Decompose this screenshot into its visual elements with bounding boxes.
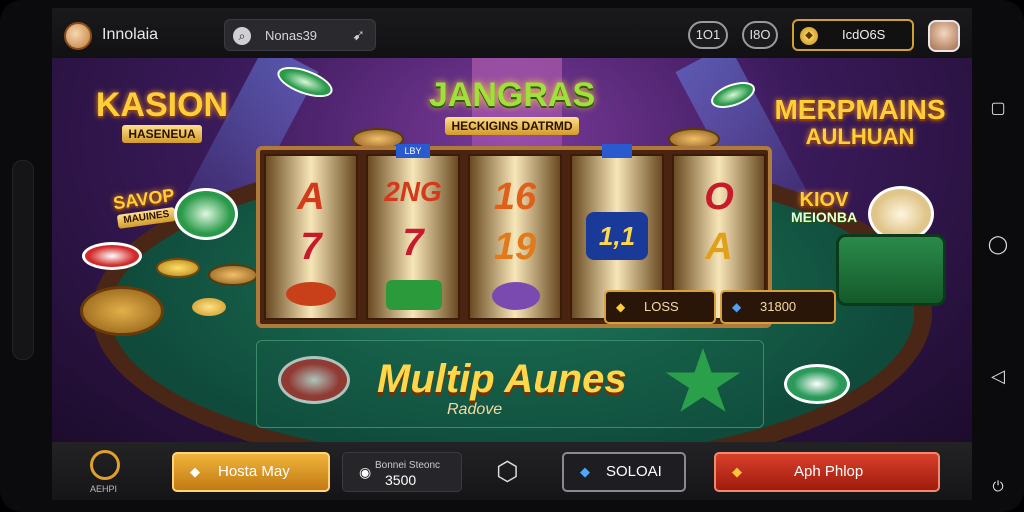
center-banner-title: JANGRAS: [428, 76, 596, 114]
red-chip: [82, 242, 142, 270]
right-banner-subtitle: AULHUAN: [805, 124, 915, 149]
bet-value: 31800: [760, 299, 797, 314]
bonus-info[interactable]: ◉ Bonnei Steonc 3500: [342, 452, 462, 492]
reel-symbol: 2NG: [384, 176, 442, 207]
right-banner-title: MERPMAINS: [774, 94, 946, 125]
reel-symbol: 1,1: [586, 212, 648, 260]
reel-3: 16 19: [468, 154, 562, 320]
reel-symbol: 7: [402, 222, 424, 264]
loss-label: LOSS: [644, 299, 679, 314]
reel-symbol-chest: [286, 282, 336, 306]
small-gold-chip: [192, 298, 226, 316]
bet-display: ◆ 31800: [720, 290, 836, 324]
reel-symbol-cash: [386, 280, 442, 310]
search-bar[interactable]: ⌕ Nonas39 ➹: [224, 19, 376, 51]
counter-pill-2[interactable]: I8O: [742, 21, 778, 49]
bottom-bar: AEHPI ◆ Hosta May ◉ Bonnei Steonc 3500 ⬡…: [52, 442, 972, 500]
home-icon[interactable]: ◯: [986, 234, 1010, 255]
bronze-chip: [208, 264, 258, 286]
app-title: Innolaia: [102, 26, 159, 43]
reel-1: A 7: [264, 154, 358, 320]
apply-button[interactable]: ◆ Aph Phlop: [714, 452, 940, 492]
reel-tag: [602, 144, 632, 158]
avatar[interactable]: [928, 20, 960, 52]
reel-symbol: 19: [493, 226, 537, 268]
reel-2: 2NG 7: [366, 154, 460, 320]
dropdown-arrow-icon[interactable]: ➹: [352, 26, 365, 44]
gem-icon: ◆: [732, 300, 742, 314]
right-badge-title: KIOV: [799, 189, 849, 211]
diamond-icon: ◆: [190, 464, 200, 479]
app-logo-icon[interactable]: [64, 22, 92, 50]
balance-box[interactable]: ◆ IcdO6S: [792, 19, 914, 51]
play-button-label: Hosta May: [218, 463, 290, 480]
bonus-value: 3500: [385, 472, 417, 488]
multiplier-subtitle: Radove: [447, 401, 503, 418]
center-banner-subtitle: HECKIGINS DATRMD: [445, 117, 579, 135]
device-side-button: [12, 160, 34, 360]
green-chip-box: [836, 234, 946, 306]
android-nav-bar: ▢ ◯ ◁ ⏻: [974, 0, 1024, 512]
recents-icon[interactable]: ▢: [986, 98, 1010, 118]
menu-label: AEHPI: [90, 484, 118, 494]
back-icon[interactable]: ◁: [986, 366, 1010, 387]
search-icon: ⌕: [233, 27, 251, 45]
game-scene: KASION HASENEUA JANGRAS HECKIGINS DATRMD…: [52, 58, 972, 442]
reel-tag: LBY: [396, 144, 430, 158]
right-badge-subtitle: MEIONBA: [790, 209, 858, 225]
diamond-icon: ◆: [616, 300, 626, 314]
power-icon[interactable]: ⏻: [986, 478, 1010, 495]
balance-value: IcdO6S: [842, 27, 886, 42]
gold-chip-stack: [80, 286, 164, 336]
chat-icon: ◉: [359, 464, 372, 480]
solo-button[interactable]: ◆ SOLOAI: [562, 452, 686, 492]
solo-button-label: SOLOAI: [606, 463, 662, 480]
center-banner: JANGRAS HECKIGINS DATRMD: [412, 76, 612, 135]
reel-symbol: 7: [300, 226, 322, 268]
top-bar: Innolaia ⌕ Nonas39 ➹ 1O1 I8O ◆ IcdO6S: [52, 8, 972, 58]
diamond-icon: ◆: [732, 464, 742, 479]
device-frame: Innolaia ⌕ Nonas39 ➹ 1O1 I8O ◆ IcdO6S KA…: [0, 0, 1024, 512]
reel-symbol: A: [705, 226, 733, 268]
tag-icon: ◆: [580, 464, 590, 479]
green-chip-front: [784, 364, 850, 404]
gold-chip: [156, 258, 200, 278]
right-badge: KIOV MEIONBA: [774, 190, 874, 224]
reel-symbol: 16: [493, 176, 537, 218]
menu-icon[interactable]: [90, 450, 120, 480]
reel-symbol: A: [297, 176, 325, 218]
game-screen: Innolaia ⌕ Nonas39 ➹ 1O1 I8O ◆ IcdO6S KA…: [52, 8, 972, 500]
left-banner-subtitle: HASENEUA: [122, 125, 202, 143]
reel-symbol-hat: [492, 282, 540, 310]
reel-symbol: O: [704, 176, 734, 218]
apply-button-label: Aph Phlop: [794, 463, 864, 480]
coin-icon: ◆: [800, 27, 818, 45]
left-banner-title: KASION: [95, 86, 229, 124]
green-chip: [174, 188, 238, 240]
right-banner: MERPMAINS AULHUAN: [768, 96, 952, 148]
multiplier-title: Multip Aunes: [377, 357, 627, 401]
left-banner: KASION HASENEUA: [82, 86, 242, 143]
bonus-label: Bonnei Steonc: [375, 460, 441, 471]
loss-display: ◆ LOSS: [604, 290, 716, 324]
search-input[interactable]: Nonas39: [265, 28, 317, 43]
play-button[interactable]: ◆ Hosta May: [172, 452, 330, 492]
counter-pill-1[interactable]: 1O1: [688, 21, 728, 49]
box-icon[interactable]: ⬡: [496, 456, 519, 487]
